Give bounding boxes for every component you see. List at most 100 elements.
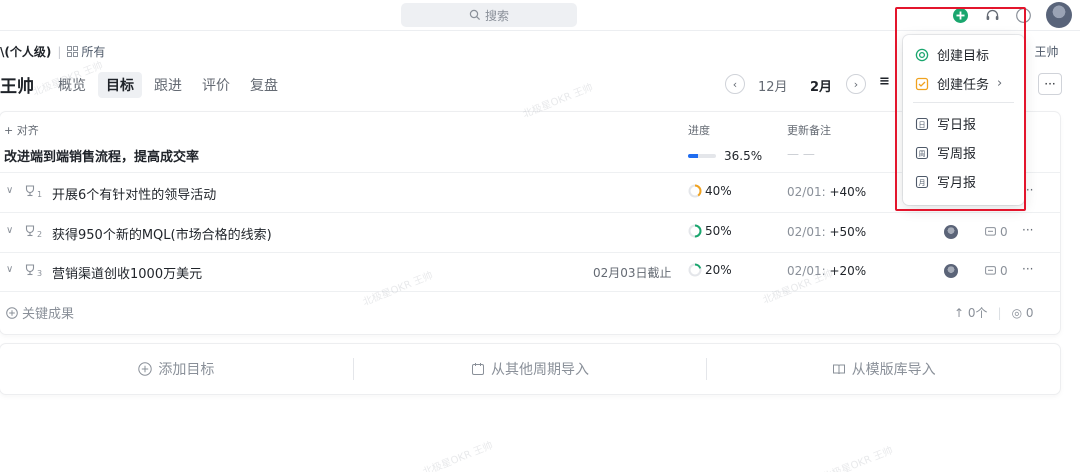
view-count-label: 0 xyxy=(1025,305,1034,320)
breadcrumb-right[interactable]: › 王帅 xyxy=(1022,43,1058,60)
search-input[interactable]: 搜索 xyxy=(401,3,577,27)
chevron-right-icon: › xyxy=(853,77,859,91)
progress-ring-icon xyxy=(688,184,702,198)
kr-note: 02/01: +20% xyxy=(787,264,866,278)
search-placeholder: 搜索 xyxy=(484,8,509,23)
kr-title[interactable]: 开展6个有针对性的领导活动 xyxy=(52,184,216,203)
chevron-down-icon[interactable]: ∨ xyxy=(6,264,13,275)
objective-progress-label: 36.5% xyxy=(724,149,763,163)
tab-overview[interactable]: 概览 xyxy=(50,72,94,98)
tab-follow-up[interactable]: 跟进 xyxy=(146,72,190,98)
breadcrumb-separator: | xyxy=(57,44,62,59)
breadcrumb-all-label: 所有 xyxy=(81,45,106,59)
avatar[interactable] xyxy=(944,225,958,239)
chevron-left-icon: ‹ xyxy=(732,77,738,91)
column-note: 更新备注 xyxy=(787,124,831,137)
next-period-button[interactable]: › xyxy=(846,74,866,94)
month-current[interactable]: 2月 xyxy=(810,76,832,95)
kr-progress-label: 50% xyxy=(705,224,732,238)
objective-progress[interactable]: 36.5% xyxy=(688,149,762,163)
book-icon xyxy=(832,364,845,375)
objective-title[interactable]: 改进端到端销售流程，提高成交率 xyxy=(4,146,199,165)
avatar[interactable] xyxy=(944,264,958,278)
trophy-icon xyxy=(25,225,35,237)
kr-progress[interactable]: 40% xyxy=(688,184,732,198)
page-title: 王帅 xyxy=(0,77,34,97)
kr-progress-label: 40% xyxy=(705,184,732,198)
row-divider xyxy=(0,291,1060,292)
tab-review[interactable]: 评价 xyxy=(194,72,238,98)
breadcrumb: \(个人级) | 所有 xyxy=(0,43,105,60)
kr-title[interactable]: 营销渠道创收1000万美元 xyxy=(52,263,202,282)
trophy-icon xyxy=(25,185,35,197)
tab-bar: 概览 目标 跟进 评价 复盘 xyxy=(50,72,286,98)
card-stats: ↑ 0个 | ◎ 0 xyxy=(954,304,1034,321)
tab-goals[interactable]: 目标 xyxy=(98,72,142,98)
kr-note-value: +20% xyxy=(829,264,867,278)
kr-index: 2 xyxy=(37,230,43,239)
comment-count[interactable]: 0 xyxy=(985,225,1008,239)
progress-bar xyxy=(688,154,716,158)
add-key-result-button[interactable]: 关键成果 xyxy=(6,303,74,322)
import-period-button[interactable]: 从其他周期导入 xyxy=(354,359,707,379)
row-more-icon[interactable]: ··· xyxy=(1022,223,1033,237)
kr-progress[interactable]: 50% xyxy=(688,224,732,238)
kr-note: 02/01: +50% xyxy=(787,225,866,239)
table-row[interactable]: ∨ 2 获得950个新的MQL(市场合格的线索) 50% 02/01: +50%… xyxy=(0,213,1060,252)
plus-circle-icon xyxy=(138,362,153,376)
kr-index: 3 xyxy=(37,269,43,278)
grid-icon xyxy=(67,46,79,57)
chevron-down-icon[interactable]: ∨ xyxy=(6,225,13,236)
user-avatar[interactable] xyxy=(1046,2,1072,28)
trophy-icon xyxy=(25,264,35,276)
kr-note-value: +40% xyxy=(829,185,867,199)
plus-circle-icon xyxy=(6,306,18,319)
highlight-box xyxy=(895,7,1026,211)
column-progress: 进度 xyxy=(688,124,710,137)
comment-count-label: 0 xyxy=(1000,264,1008,278)
add-goal-button[interactable]: 添加目标 xyxy=(0,359,353,379)
kr-index: 1 xyxy=(37,190,43,199)
eye-icon: ◎ xyxy=(1011,305,1026,320)
up-count-label: 0个 xyxy=(967,306,988,320)
tab-retrospective[interactable]: 复盘 xyxy=(242,72,286,98)
table-row[interactable]: ∨ 3 营销渠道创收1000万美元 02月03日截止 20% 02/01: +2… xyxy=(0,252,1060,291)
arrow-up-icon: ↑ xyxy=(954,306,968,320)
import-template-label: 从模版库导入 xyxy=(851,362,936,378)
kr-note-date: 02/01: xyxy=(787,185,826,199)
progress-ring-icon xyxy=(688,224,702,238)
calendar-import-icon xyxy=(472,363,484,375)
align-button[interactable]: + 对齐 xyxy=(4,122,39,138)
comment-icon xyxy=(985,265,996,275)
prev-period-button[interactable]: ‹ xyxy=(725,74,745,94)
comment-count[interactable]: 0 xyxy=(985,264,1008,278)
kr-note: 02/01: +40% xyxy=(787,185,866,199)
view-count[interactable]: ◎ 0 xyxy=(1012,306,1034,320)
kr-title[interactable]: 获得950个新的MQL(市场合格的线索) xyxy=(52,224,272,243)
up-count[interactable]: ↑ 0个 xyxy=(954,304,988,321)
progress-bar-fill xyxy=(688,154,699,158)
chevron-down-icon[interactable]: ∨ xyxy=(6,185,13,196)
kr-deadline: 02月03日截止 xyxy=(593,266,672,280)
row-more-icon[interactable]: ··· xyxy=(1022,262,1033,276)
more-button[interactable]: ··· xyxy=(1038,73,1062,95)
watermark: 北极星OKR 王帅 xyxy=(821,445,895,472)
kr-progress[interactable]: 20% xyxy=(688,263,732,277)
breadcrumb-scope[interactable]: \(个人级) xyxy=(0,43,51,60)
breadcrumb-user: 王帅 xyxy=(1034,45,1059,59)
add-goal-label: 添加目标 xyxy=(158,362,215,378)
breadcrumb-all[interactable]: 所有 xyxy=(67,43,105,60)
comment-count-label: 0 xyxy=(1000,225,1008,239)
kr-note-date: 02/01: xyxy=(787,225,826,239)
month-prev[interactable]: 12月 xyxy=(758,76,788,95)
goal-actions-bar: 添加目标 从其他周期导入 从模版库导入 xyxy=(0,344,1060,394)
kr-note-date: 02/01: xyxy=(787,264,826,278)
import-template-button[interactable]: 从模版库导入 xyxy=(707,359,1060,379)
comment-icon xyxy=(985,226,996,236)
search-icon xyxy=(469,9,481,21)
progress-ring-icon xyxy=(688,263,702,277)
stats-separator: | xyxy=(997,305,1002,320)
add-key-result-label: 关键成果 xyxy=(22,307,75,322)
objective-note: — — xyxy=(787,147,815,161)
kr-progress-label: 20% xyxy=(705,263,732,277)
